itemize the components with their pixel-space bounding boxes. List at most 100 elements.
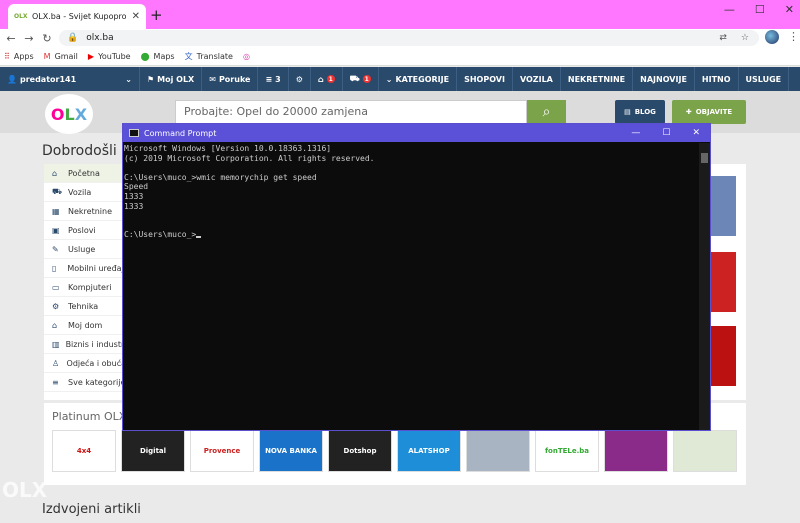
cmd-minimize-icon[interactable]: —	[631, 128, 640, 138]
nav-kategorije[interactable]: ⌄ KATEGORIJE	[379, 67, 458, 91]
command-prompt-window[interactable]: Command Prompt — ☐ ✕ Microsoft Windows […	[122, 123, 711, 431]
shop-logo[interactable]: Dotshop	[328, 430, 392, 472]
olx-favicon-icon: OLX	[14, 12, 28, 20]
ad-banner[interactable]	[710, 252, 736, 312]
flag-icon: ⚑	[147, 74, 155, 84]
new-tab-button[interactable]: +	[150, 6, 163, 24]
sidebar-item-poslovi[interactable]: ▣ Poslovi	[44, 221, 126, 240]
sidebar-item-vozila[interactable]: ⛟ Vozila	[44, 183, 126, 202]
shop-logo[interactable]: 4x4	[52, 430, 116, 472]
olx-logo[interactable]: OLX	[45, 94, 93, 134]
sidebar-item-odjeca[interactable]: ♙ Odjeća i obuća	[44, 354, 126, 373]
right-ad-column	[710, 164, 746, 400]
sidebar-item-moj-dom[interactable]: ⌂ Moj dom	[44, 316, 126, 335]
back-icon[interactable]: ←	[4, 32, 18, 45]
sidebar-item-nekretnine[interactable]: ▦ Nekretnine	[44, 202, 126, 221]
list-icon: ≡	[265, 74, 273, 84]
console-line: (c) 2019 Microsoft Corporation. All righ…	[124, 153, 375, 163]
shop-logo[interactable]: fonTELe.ba	[535, 430, 599, 472]
bookmark-star-icon[interactable]: ☆	[741, 33, 749, 43]
url-input[interactable]: 🔒 olx.ba ⇄ ☆	[59, 30, 759, 46]
shop-logo[interactable]	[466, 430, 530, 472]
shirt-icon: ♙	[52, 358, 60, 368]
cart-notif-link[interactable]: ⛟ 1	[343, 67, 379, 91]
shop-logo[interactable]: NOVA BANKA	[259, 430, 323, 472]
bookmark-translate[interactable]: 文 Translate	[185, 51, 233, 62]
moj-olx-link[interactable]: ⚑ Moj OLX	[140, 67, 203, 91]
tab-close-icon[interactable]: ✕	[132, 11, 140, 22]
sidebar-item-pocetna[interactable]: ⌂ Početna	[44, 164, 126, 183]
console-line: 1333	[124, 191, 144, 201]
ad-banner[interactable]	[710, 176, 736, 236]
chevron-down-icon: ⌄	[385, 74, 393, 84]
cmd-close-icon[interactable]: ✕	[692, 128, 700, 138]
objavite-button[interactable]: ✚ OBJAVITE	[672, 100, 746, 124]
shop-logo[interactable]: ALATSHOP	[397, 430, 461, 472]
console-line: Speed	[124, 182, 149, 192]
phone-icon: ▯	[52, 263, 57, 273]
forward-icon[interactable]: →	[22, 32, 36, 45]
nav-usluge[interactable]: USLUGE	[739, 67, 790, 91]
maximize-icon[interactable]: ☐	[755, 3, 765, 16]
shop-logo[interactable]: Provence	[190, 430, 254, 472]
car-icon: ⛟	[349, 74, 360, 83]
bookmark-gmail[interactable]: M Gmail	[44, 52, 78, 61]
sidebar-item-sve-kategorije[interactable]: ≡ Sve kategorije	[44, 373, 126, 392]
tab-title: OLX.ba - Svijet Kupoprodaje	[32, 12, 126, 21]
cmd-maximize-icon[interactable]: ☐	[662, 128, 670, 138]
search-icon: ⌕	[542, 104, 551, 120]
url-text: olx.ba	[86, 33, 114, 43]
count-link[interactable]: ≡ 3	[258, 67, 289, 91]
nav-nekretnine[interactable]: NEKRETNINE	[561, 67, 634, 91]
settings-link[interactable]: ⚙	[289, 67, 311, 91]
home-icon: ⌂	[317, 74, 324, 84]
platinum-logos: 4x4 Digital Provence NOVA BANKA Dotshop …	[52, 430, 737, 472]
search-input[interactable]: Probajte: Opel do 20000 zamjena	[175, 100, 527, 124]
nav-hitno[interactable]: HITNO	[695, 67, 739, 91]
bookmark-apps[interactable]: ⠿ Apps	[4, 52, 34, 61]
profile-avatar[interactable]	[765, 30, 779, 44]
reload-icon[interactable]: ↻	[40, 32, 54, 45]
sidebar-item-biznis[interactable]: ▥Biznis i industrija	[44, 335, 126, 354]
blog-button[interactable]: ▤ BLOG	[615, 100, 665, 124]
sidebar-item-tehnika[interactable]: ⚙ Tehnika	[44, 297, 126, 316]
cmd-console-output[interactable]: Microsoft Windows [Version 10.0.18363.13…	[123, 143, 700, 430]
poruke-link[interactable]: ✉ Poruke	[202, 67, 259, 91]
console-prompt-line: C:\Users\muco_>	[124, 230, 699, 240]
cmd-titlebar[interactable]: Command Prompt — ☐ ✕	[123, 124, 710, 142]
minimize-icon[interactable]: —	[724, 3, 735, 16]
cmd-scrollbar[interactable]	[699, 143, 710, 430]
house-icon: ⌂	[52, 320, 58, 330]
briefcase-icon: ▣	[52, 225, 60, 235]
bookmark-maps[interactable]: ⬤ Maps	[141, 52, 175, 61]
bookmark-youtube[interactable]: ▶ YouTube	[88, 52, 131, 61]
chrome-menu-icon[interactable]: ⋮	[788, 30, 799, 43]
shop-logo[interactable]: Digital	[121, 430, 185, 472]
nav-vozila[interactable]: VOZILA	[513, 67, 561, 91]
translate-icon[interactable]: ⇄	[719, 33, 727, 43]
bookmark-instagram[interactable]: ◎	[243, 52, 250, 61]
shop-logo[interactable]	[604, 430, 668, 472]
nav-najnovije[interactable]: NAJNOVIJE	[633, 67, 695, 91]
category-sidebar: ⌂ Početna ⛟ Vozila ▦ Nekretnine ▣ Poslovi ✎ U…	[44, 164, 126, 400]
ad-banner[interactable]	[710, 326, 736, 386]
nav-shopovi[interactable]: SHOPOVI	[457, 67, 513, 91]
translate-bookmark-icon: 文	[184, 52, 193, 61]
browser-tab[interactable]: OLX OLX.ba - Svijet Kupoprodaje ✕	[8, 4, 146, 29]
home-notif-link[interactable]: ⌂ 1	[311, 67, 343, 91]
sidebar-item-mobilni[interactable]: ▯ Mobilni uređaji	[44, 259, 126, 278]
shop-logo[interactable]	[673, 430, 737, 472]
chevron-down-icon: ⌄	[125, 74, 132, 84]
maps-pin-icon: ⬤	[140, 52, 150, 61]
scrollbar-thumb[interactable]	[701, 153, 708, 163]
search-button[interactable]: ⌕	[527, 100, 566, 124]
close-window-icon[interactable]: ✕	[785, 3, 794, 16]
sidebar-item-usluge[interactable]: ✎ Usluge	[44, 240, 126, 259]
notification-badge: 1	[362, 75, 371, 83]
lock-icon[interactable]: 🔒	[67, 33, 78, 43]
user-menu[interactable]: 👤 predator141 ⌄	[0, 67, 140, 91]
console-prompt: C:\Users\muco_>	[124, 230, 197, 240]
sidebar-item-kompjuteri[interactable]: ▭ Kompjuteri	[44, 278, 126, 297]
